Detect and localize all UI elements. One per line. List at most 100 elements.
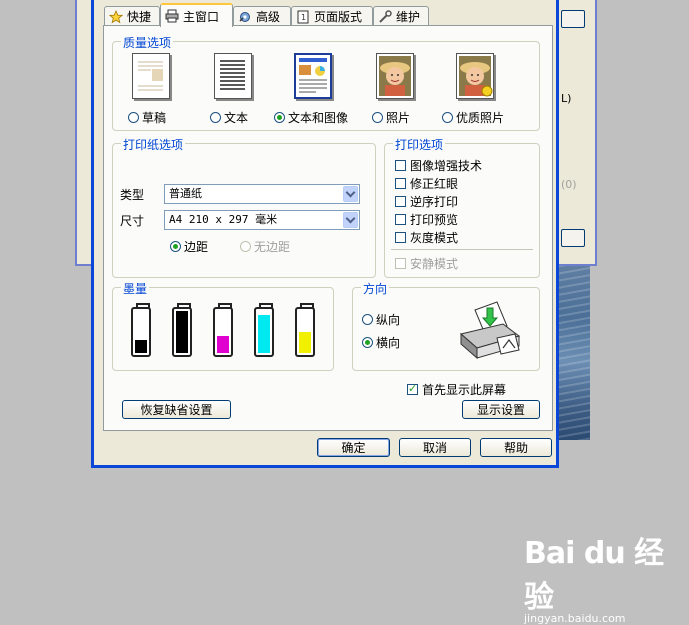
borderless-radio: 无边距 [240, 238, 290, 255]
checkbox-box [395, 232, 406, 243]
paper-type-label: 类型 [120, 188, 145, 202]
paper-options-group: 打印纸选项 类型 普通纸 尺寸 A4 210 x 297 毫米 边距 无边距 [112, 136, 376, 278]
restore-defaults-button[interactable]: 恢复缺省设置 [122, 400, 231, 419]
group-title: 方向 [361, 280, 390, 297]
portrait-radio[interactable]: 纵向 [362, 311, 400, 328]
radio-label: 边距 [184, 240, 209, 254]
background-window-text: (0) [561, 178, 577, 191]
radio-label: 无边距 [254, 240, 291, 254]
print-preview-checkbox[interactable]: 打印预览 [395, 211, 458, 228]
printer-properties-dialog: 快捷 主窗口 高级 1 页面版式 维护 质量选项 草稿 文本 文本和图像 照片 … [91, 0, 559, 468]
quality-photo-radio[interactable]: 照片 [372, 109, 410, 126]
draft-doc-icon [138, 61, 163, 91]
checkbox-label: 修正红眼 [410, 177, 459, 191]
checkbox-box [395, 178, 406, 189]
checkbox-box [395, 214, 406, 225]
red-eye-checkbox[interactable]: 修正红眼 [395, 175, 458, 192]
ink-cartridge [131, 303, 151, 357]
checkbox-box [395, 160, 406, 171]
quality-best-photo-radio[interactable]: 优质照片 [442, 109, 504, 126]
ink-cartridge [254, 303, 274, 357]
cancel-button[interactable]: 取消 [399, 438, 471, 457]
checkbox-label: 灰度模式 [410, 231, 459, 245]
tab-page-layout[interactable]: 1 页面版式 [291, 6, 373, 26]
radio-dot [372, 112, 383, 123]
tab-label: 快捷 [127, 10, 152, 24]
checkbox-label: 逆序打印 [410, 195, 459, 209]
tab-label: 高级 [256, 10, 281, 24]
ink-cartridge [172, 303, 192, 357]
quality-text-image-radio[interactable]: 文本和图像 [274, 109, 348, 126]
paper-size-select[interactable]: A4 210 x 297 毫米 [164, 210, 360, 230]
chevron-down-icon[interactable] [343, 186, 358, 202]
photo-thumbnail [376, 53, 414, 99]
tab-label: 页面版式 [314, 10, 363, 24]
main-tab-panel: 质量选项 草稿 文本 文本和图像 照片 优质照片 打印纸选项 类型 普通纸 尺寸… [103, 25, 553, 431]
tab-main[interactable]: 主窗口 [160, 3, 233, 27]
radio-label: 文本和图像 [288, 111, 349, 125]
landscape-printer-icon [459, 301, 521, 360]
ok-button[interactable]: 确定 [317, 438, 390, 457]
radio-dot-selected [170, 241, 181, 252]
ink-cartridge [213, 303, 233, 357]
group-title: 打印纸选项 [121, 136, 186, 153]
tab-label: 主窗口 [183, 9, 220, 24]
text-image-doc-icon [299, 58, 327, 93]
checkbox-box-checked [407, 382, 418, 395]
checkbox-label: 打印预览 [410, 213, 459, 227]
tab-advanced[interactable]: 高级 [233, 6, 291, 26]
printer-icon [165, 9, 179, 23]
tab-maintenance[interactable]: 维护 [373, 6, 429, 26]
chevron-down-icon[interactable] [343, 212, 358, 228]
background-photo [555, 266, 590, 440]
checkbox-box [395, 258, 406, 269]
paper-type-select[interactable]: 普通纸 [164, 184, 360, 204]
text-image-thumbnail [294, 53, 332, 99]
draft-thumbnail [132, 53, 170, 99]
text-doc-icon [220, 60, 245, 90]
quality-group: 质量选项 草稿 文本 文本和图像 照片 优质照片 [112, 34, 540, 131]
ink-level-fill [258, 315, 270, 353]
svg-text:1: 1 [301, 13, 306, 22]
show-screen-first-checkbox[interactable]: 首先显示此屏幕 [407, 381, 506, 398]
checkbox-label: 图像增强技术 [410, 159, 483, 173]
page-layout-icon: 1 [297, 10, 309, 23]
tab-shortcuts[interactable]: 快捷 [104, 6, 160, 26]
text-thumbnail [214, 53, 252, 99]
margin-radio[interactable]: 边距 [170, 238, 208, 255]
radio-label: 横向 [376, 336, 401, 350]
tab-label: 维护 [396, 10, 421, 24]
ink-levels-group: 墨量 [112, 280, 334, 371]
radio-dot [362, 314, 373, 325]
checkbox-box [395, 196, 406, 207]
print-options-group: 打印选项 图像增强技术 修正红眼 逆序打印 打印预览 灰度模式 安静模式 [384, 136, 540, 278]
background-window-button [561, 229, 585, 247]
image-enhance-checkbox[interactable]: 图像增强技术 [395, 157, 482, 174]
ink-level-fill [217, 336, 229, 353]
watermark-brand: Bai du 经验 [524, 536, 664, 615]
help-button[interactable]: 帮助 [480, 438, 552, 457]
show-settings-button[interactable]: 显示设置 [462, 400, 540, 419]
gear-icon [239, 11, 250, 22]
child-photo-icon [379, 56, 411, 96]
quality-text-radio[interactable]: 文本 [210, 109, 248, 126]
ink-level-fill [299, 332, 311, 353]
ink-level-fill [135, 340, 147, 353]
group-title: 打印选项 [393, 136, 446, 153]
radio-dot [240, 241, 251, 252]
checkbox-label: 安静模式 [410, 257, 459, 271]
radio-dot [442, 112, 453, 123]
landscape-radio[interactable]: 横向 [362, 334, 400, 351]
quality-draft-radio[interactable]: 草稿 [128, 109, 166, 126]
star-icon [109, 9, 123, 23]
radio-label: 草稿 [142, 111, 167, 125]
paper-size-value: A4 210 x 297 毫米 [169, 213, 278, 226]
radio-label: 照片 [386, 111, 411, 125]
quiet-mode-checkbox: 安静模式 [395, 255, 458, 272]
grayscale-checkbox[interactable]: 灰度模式 [395, 229, 458, 246]
radio-dot [210, 112, 221, 123]
wrench-icon [379, 9, 392, 23]
reverse-order-checkbox[interactable]: 逆序打印 [395, 193, 458, 210]
group-title: 质量选项 [121, 34, 174, 51]
radio-label: 优质照片 [456, 111, 505, 125]
